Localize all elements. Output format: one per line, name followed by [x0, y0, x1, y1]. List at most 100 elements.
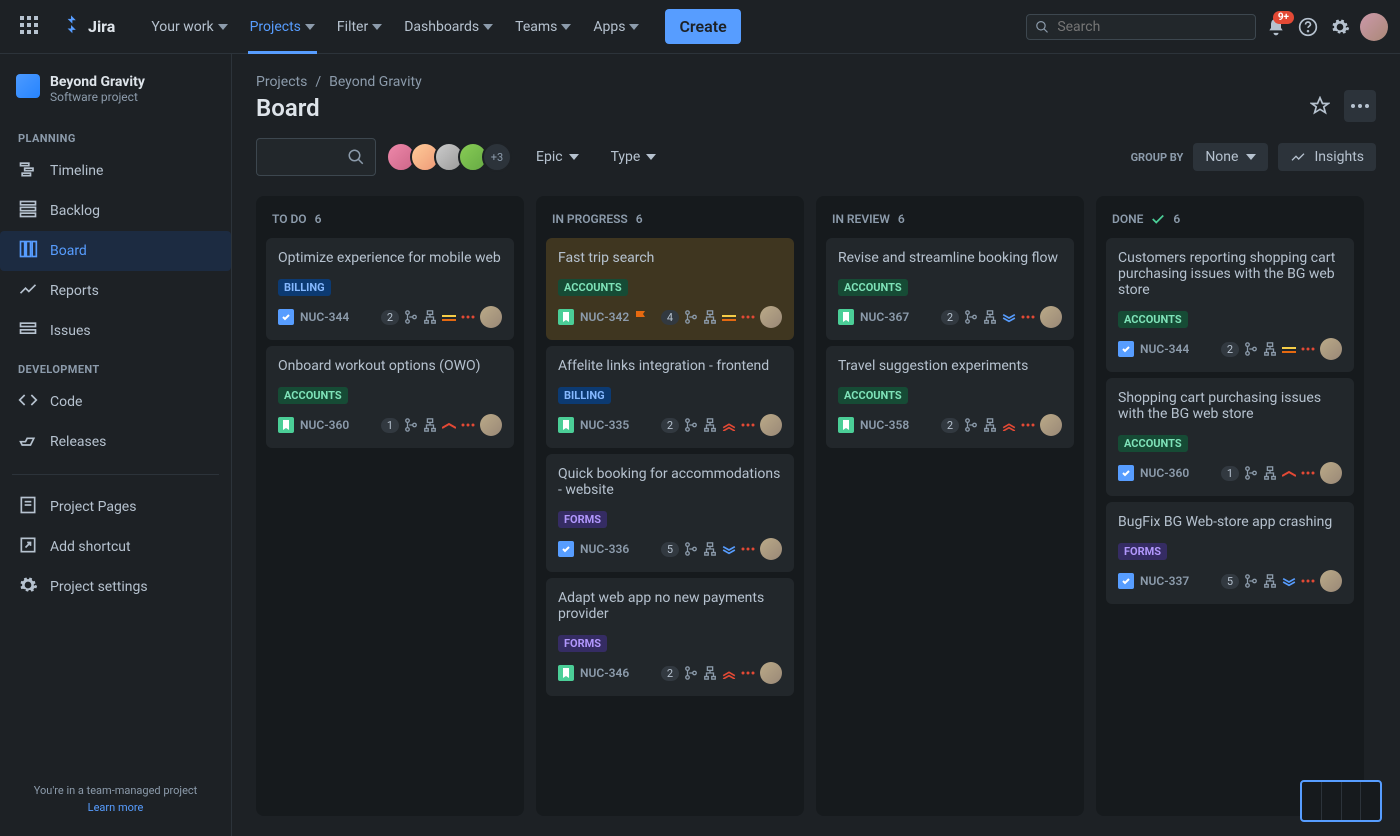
issue-key[interactable]: NUC-336: [580, 542, 629, 556]
issue-card[interactable]: Travel suggestion experimentsACCOUNTSNUC…: [826, 346, 1074, 448]
column-header[interactable]: IN REVIEW6: [822, 206, 1078, 232]
more-icon[interactable]: [1021, 423, 1035, 427]
assignee-avatar[interactable]: [480, 414, 502, 436]
epic-tag[interactable]: ACCOUNTS: [838, 387, 908, 404]
global-search[interactable]: [1026, 14, 1256, 40]
more-icon[interactable]: [741, 423, 755, 427]
column-header[interactable]: TO DO6: [262, 206, 518, 232]
issue-card[interactable]: Fast trip searchACCOUNTSNUC-3424: [546, 238, 794, 340]
epic-tag[interactable]: FORMS: [558, 635, 607, 652]
epic-tag[interactable]: FORMS: [558, 511, 607, 528]
more-icon[interactable]: [741, 671, 755, 675]
branch-icon: [404, 418, 418, 432]
issue-key[interactable]: NUC-346: [580, 666, 629, 680]
settings-button[interactable]: [1328, 15, 1352, 39]
issue-card[interactable]: Shopping cart purchasing issues with the…: [1106, 378, 1354, 496]
more-icon[interactable]: [1301, 347, 1315, 351]
sidebar-item-releases[interactable]: Releases: [0, 422, 231, 462]
insights-button[interactable]: Insights: [1278, 143, 1376, 171]
epic-tag[interactable]: ACCOUNTS: [558, 279, 628, 296]
epic-tag[interactable]: FORMS: [1118, 543, 1167, 560]
assignee-avatar[interactable]: [1040, 306, 1062, 328]
assignee-avatar[interactable]: [1040, 414, 1062, 436]
sidebar-item-issues[interactable]: Issues: [0, 311, 231, 351]
issue-key[interactable]: NUC-360: [300, 418, 349, 432]
epic-tag[interactable]: ACCOUNTS: [278, 387, 348, 404]
issue-key[interactable]: NUC-358: [860, 418, 909, 432]
assignee-filter[interactable]: +3: [392, 142, 512, 172]
sidebar-item-reports[interactable]: Reports: [0, 271, 231, 311]
create-button[interactable]: Create: [665, 9, 740, 44]
app-switcher-icon[interactable]: [12, 8, 46, 46]
issue-card[interactable]: Onboard workout options (OWO)ACCOUNTSNUC…: [266, 346, 514, 448]
epic-tag[interactable]: BILLING: [278, 279, 331, 296]
assignee-avatar[interactable]: [760, 538, 782, 560]
star-button[interactable]: [1304, 90, 1336, 122]
nav-dashboards[interactable]: Dashboards: [394, 11, 503, 43]
sidebar-item-board[interactable]: Board: [0, 231, 231, 271]
global-search-input[interactable]: [1057, 19, 1247, 35]
sidebar-item-timeline[interactable]: Timeline: [0, 151, 231, 191]
epic-tag[interactable]: ACCOUNTS: [1118, 311, 1188, 328]
issue-card[interactable]: Revise and streamline booking flowACCOUN…: [826, 238, 1074, 340]
epic-tag[interactable]: ACCOUNTS: [1118, 435, 1188, 452]
type-filter[interactable]: Type: [603, 143, 665, 171]
sidebar-item-project-settings[interactable]: Project settings: [0, 567, 231, 607]
nav-filter[interactable]: Filter: [327, 11, 392, 43]
profile-avatar[interactable]: [1360, 13, 1388, 41]
learn-more-link[interactable]: Learn more: [14, 801, 217, 814]
help-button[interactable]: [1296, 15, 1320, 39]
issue-card[interactable]: BugFix BG Web-store app crashingFORMSNUC…: [1106, 502, 1354, 604]
nav-your-work[interactable]: Your work: [141, 11, 237, 43]
epic-tag[interactable]: BILLING: [558, 387, 611, 404]
issue-key[interactable]: NUC-360: [1140, 466, 1189, 480]
jira-logo[interactable]: Jira: [50, 14, 125, 40]
more-icon[interactable]: [1301, 471, 1315, 475]
more-icon[interactable]: [461, 423, 475, 427]
issue-key[interactable]: NUC-367: [860, 310, 909, 324]
subtask-icon: [703, 666, 717, 680]
board-search[interactable]: [256, 138, 376, 176]
issue-key[interactable]: NUC-342: [580, 310, 629, 324]
assignee-avatar[interactable]: [480, 306, 502, 328]
epic-tag[interactable]: ACCOUNTS: [838, 279, 908, 296]
epic-filter[interactable]: Epic: [528, 143, 587, 171]
more-icon[interactable]: [741, 547, 755, 551]
assignee-avatar[interactable]: [760, 414, 782, 436]
more-icon[interactable]: [1021, 315, 1035, 319]
assignee-avatar[interactable]: [1320, 570, 1342, 592]
nav-teams[interactable]: Teams: [505, 11, 581, 43]
issue-card[interactable]: Affelite links integration - frontendBIL…: [546, 346, 794, 448]
issue-key[interactable]: NUC-337: [1140, 574, 1189, 588]
assignee-avatar[interactable]: [1320, 462, 1342, 484]
board-minimap[interactable]: [1300, 780, 1382, 822]
sidebar-item-backlog[interactable]: Backlog: [0, 191, 231, 231]
nav-apps[interactable]: Apps: [583, 11, 649, 43]
issue-key[interactable]: NUC-344: [1140, 342, 1189, 356]
groupby-dropdown[interactable]: None: [1193, 143, 1268, 171]
sidebar-item-add-shortcut[interactable]: Add shortcut: [0, 527, 231, 567]
more-icon[interactable]: [741, 315, 755, 319]
issue-key[interactable]: NUC-335: [580, 418, 629, 432]
notifications-button[interactable]: 9+: [1264, 15, 1288, 39]
avatar-more[interactable]: +3: [482, 142, 512, 172]
issue-card[interactable]: Adapt web app no new payments providerFO…: [546, 578, 794, 696]
sidebar-item-project-pages[interactable]: Project Pages: [0, 487, 231, 527]
issue-key[interactable]: NUC-344: [300, 310, 349, 324]
more-icon[interactable]: [1301, 579, 1315, 583]
nav-projects[interactable]: Projects: [240, 11, 325, 43]
issue-card[interactable]: Customers reporting shopping cart purcha…: [1106, 238, 1354, 372]
project-header[interactable]: Beyond Gravity Software project: [8, 70, 223, 120]
more-icon[interactable]: [461, 315, 475, 319]
issue-card[interactable]: Optimize experience for mobile webBILLIN…: [266, 238, 514, 340]
breadcrumb-current[interactable]: Beyond Gravity: [329, 74, 422, 90]
assignee-avatar[interactable]: [760, 662, 782, 684]
more-actions-button[interactable]: [1344, 90, 1376, 122]
issue-card[interactable]: Quick booking for accommodations - websi…: [546, 454, 794, 572]
breadcrumb-projects[interactable]: Projects: [256, 74, 307, 90]
assignee-avatar[interactable]: [1320, 338, 1342, 360]
sidebar-item-code[interactable]: Code: [0, 382, 231, 422]
column-header[interactable]: IN PROGRESS6: [542, 206, 798, 232]
column-header[interactable]: DONE6: [1102, 206, 1358, 232]
assignee-avatar[interactable]: [760, 306, 782, 328]
